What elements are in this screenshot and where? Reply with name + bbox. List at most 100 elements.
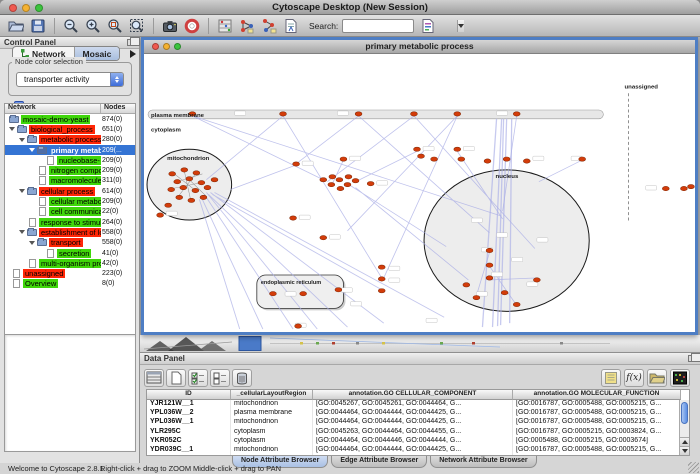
tree-header-network[interactable]: Network [5, 104, 101, 113]
folder-icon [27, 188, 37, 195]
search-combobox[interactable] [342, 19, 414, 33]
node-color-dropdown-value: transporter activity [17, 75, 110, 84]
column-header-id[interactable]: ID [147, 390, 231, 400]
expand-arrow-icon[interactable] [29, 241, 35, 245]
table-row[interactable]: YDR039C__1mitochondrion[GO:0044464, GO:0… [147, 446, 689, 455]
import-attributes-icon[interactable] [647, 369, 667, 387]
expand-arrow-icon[interactable] [19, 138, 25, 142]
table-row[interactable]: YJR121W__1mitochondrion[GO:0045267, GO:0… [147, 400, 689, 409]
birdseye-view[interactable] [4, 334, 136, 452]
data-panel-toolbar [144, 367, 252, 388]
network-nodes[interactable] [157, 112, 695, 328]
tree-row[interactable]: macromolecule311(0) [5, 176, 135, 186]
attribute-table: ID _cellularLayoutRegion annotation.GO C… [146, 389, 690, 456]
file-icon [47, 249, 54, 258]
annotation-icon[interactable] [281, 16, 301, 36]
tree-row[interactable]: response to stimulu264(0) [5, 217, 135, 227]
network-canvas[interactable]: plasma membrane cytoplasm mitochondrion … [144, 54, 695, 331]
delete-attribute-icon[interactable] [232, 369, 252, 387]
zoom-selected-icon[interactable] [105, 16, 125, 36]
tree-row[interactable]: unassigned223(0) [5, 268, 135, 278]
unselect-attributes-icon[interactable] [210, 369, 230, 387]
table-row[interactable]: YKR052Ccytoplasm[GO:0044464, GO:0044446,… [147, 437, 689, 446]
float-window-icon[interactable] [127, 39, 135, 46]
zoom-in-icon[interactable] [83, 16, 103, 36]
node-color-selection-label: Node color selection [12, 57, 86, 66]
tab-mosaic-label: Mosaic [83, 49, 112, 59]
search-dropdown-button[interactable] [457, 20, 464, 32]
network-view-window[interactable]: primary metabolic process [141, 37, 698, 335]
window-title: Cytoscape Desktop (New Session) [0, 2, 700, 13]
tree-row[interactable]: cellular process614(0) [5, 186, 135, 196]
status-hint-pan: Middle-click + drag to PAN [193, 464, 281, 473]
notes-icon[interactable] [601, 369, 621, 387]
status-message: Welcome to Cytoscape 2.8.1 [8, 464, 104, 473]
snapshot-icon[interactable] [160, 16, 180, 36]
window-titlebar[interactable]: Cytoscape Desktop (New Session) [0, 0, 700, 15]
scroll-up-button[interactable] [680, 437, 689, 446]
expand-arrow-icon[interactable] [29, 148, 35, 152]
table-row[interactable]: YPL036W__1mitochondrion[GO:0044464, GO:0… [147, 418, 689, 427]
grid-icon[interactable] [215, 16, 235, 36]
open-icon[interactable] [6, 16, 26, 36]
table-scrollbar[interactable] [679, 400, 689, 455]
network-tree: Network Nodes mosaic-demo-yeast874(0) bi… [4, 103, 136, 368]
function-builder-icon[interactable]: f(x) [624, 369, 644, 387]
search-filter-icon[interactable] [418, 16, 438, 36]
select-attributes-icon[interactable] [188, 369, 208, 387]
network-window-title: primary metabolic process [144, 41, 695, 51]
tree-row[interactable]: metabolic process280(0) [5, 135, 135, 145]
tab-scroll-right-icon[interactable] [130, 50, 136, 58]
tree-row[interactable]: secretion41(0) [5, 248, 135, 258]
zoom-out-icon[interactable] [61, 16, 81, 36]
file-icon [39, 176, 46, 185]
column-header-molecular-function[interactable]: annotation.GO MOLECULAR_FUNCTION [513, 390, 681, 400]
zoom-fit-icon[interactable] [127, 16, 147, 36]
file-icon [39, 207, 46, 216]
expand-arrow-icon[interactable] [9, 127, 15, 131]
table-row[interactable]: YPL036W__2plasma membrane[GO:0044464, GO… [147, 409, 689, 418]
folder-icon [27, 229, 37, 236]
tree-row[interactable]: Overview8(0) [5, 279, 135, 289]
tree-row[interactable]: transport558(0) [5, 238, 135, 248]
tree-row[interactable]: biological_process651(0) [5, 124, 135, 134]
plasma-membrane-region [148, 110, 603, 119]
tree-row[interactable]: nitrogen compo209(0) [5, 165, 135, 175]
tree-row[interactable]: multi-organism pro42(0) [5, 258, 135, 268]
tree-row[interactable]: cell communicat22(0) [5, 207, 135, 217]
network-b-icon[interactable] [259, 16, 279, 36]
network-a-icon[interactable] [237, 16, 257, 36]
toolbar-separator [208, 18, 209, 34]
float-window-icon[interactable] [688, 355, 696, 362]
tree-header-nodes[interactable]: Nodes [101, 104, 135, 113]
node-color-dropdown[interactable]: transporter activity [16, 72, 124, 87]
search-input[interactable] [343, 20, 457, 32]
cytoplasm-label: cytoplasm [151, 128, 181, 134]
save-icon[interactable] [28, 16, 48, 36]
search-group: Search: [309, 16, 438, 36]
file-icon [39, 197, 46, 206]
status-bar: Welcome to Cytoscape 2.8.1 Right-click +… [0, 463, 700, 474]
mdi-desktop: primary metabolic process [140, 37, 700, 352]
toolbar-separator [54, 18, 55, 34]
tree-row[interactable]: establishment of lo558(0) [5, 227, 135, 237]
data-panel-title: Data Panel [144, 354, 185, 363]
expand-arrow-icon[interactable] [19, 230, 25, 234]
column-header-cellular-component[interactable]: annotation.GO CELLULAR_COMPONENT [313, 390, 513, 400]
tree-row-selected[interactable]: primary metabo209(... [5, 145, 135, 155]
network-window-titlebar[interactable]: primary metabolic process [144, 40, 695, 54]
matrix-icon[interactable] [670, 369, 690, 387]
unassigned-label: unassigned [624, 84, 658, 90]
help-icon[interactable] [182, 16, 202, 36]
chevron-down-icon [458, 24, 464, 28]
scroll-down-button[interactable] [680, 446, 689, 455]
tree-row[interactable]: cellular metabol209(0) [5, 196, 135, 206]
column-header-region[interactable]: _cellularLayoutRegion [231, 390, 313, 400]
attribute-table-icon[interactable] [144, 369, 164, 387]
new-attribute-icon[interactable] [166, 369, 186, 387]
scrollbar-thumb[interactable] [681, 402, 688, 424]
tree-row[interactable]: nucleobase-209(0) [5, 155, 135, 165]
table-row[interactable]: YLR295Ccytoplasm[GO:0045263, GO:0044464,… [147, 428, 689, 437]
tree-row[interactable]: mosaic-demo-yeast874(0) [5, 114, 135, 124]
expand-arrow-icon[interactable] [19, 189, 25, 193]
